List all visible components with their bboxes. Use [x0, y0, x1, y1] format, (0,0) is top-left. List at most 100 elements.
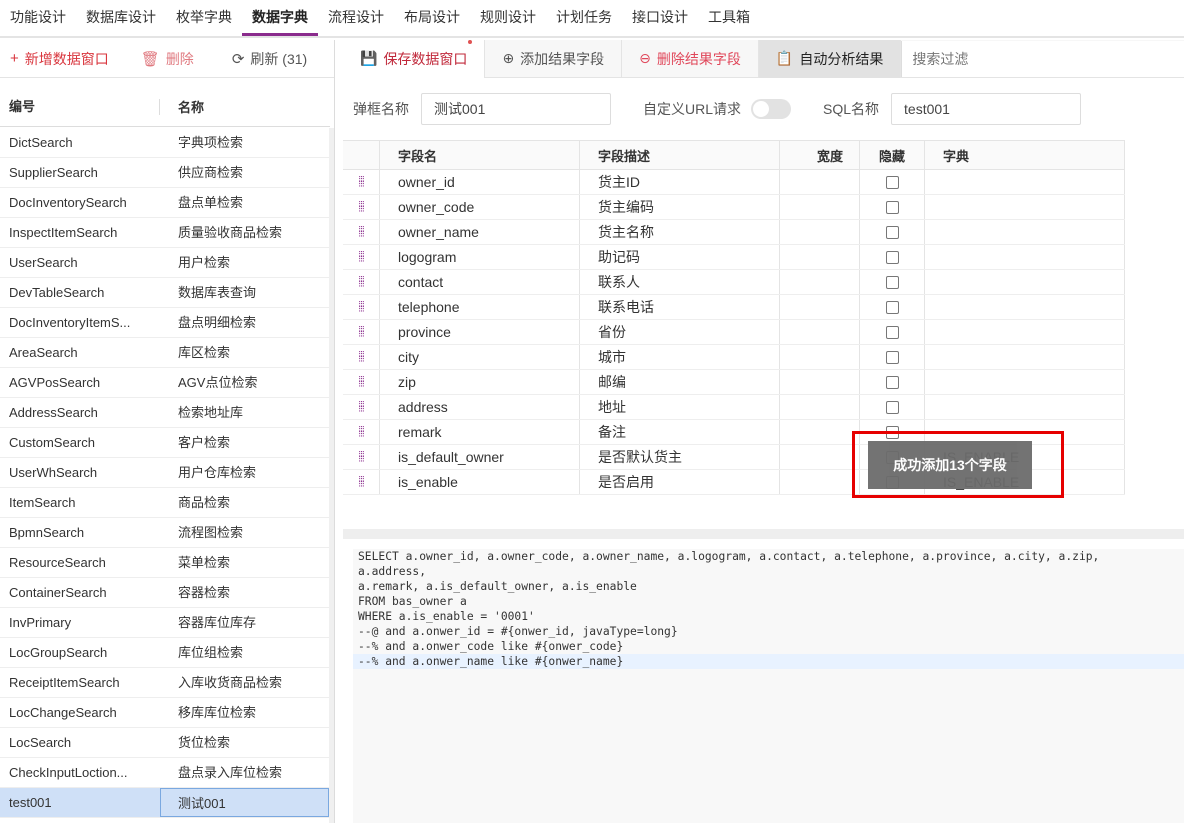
field-desc[interactable]: 货主编码	[580, 195, 780, 219]
hidden-checkbox[interactable]	[885, 300, 899, 314]
field-desc[interactable]: 助记码	[580, 245, 780, 269]
list-row[interactable]: InspectItemSearch 质量验收商品检索	[0, 218, 330, 248]
field-width[interactable]	[780, 470, 860, 494]
list-row[interactable]: InvLotAttSearch批属性查询	[0, 818, 330, 823]
grid-row[interactable]: ⁝⁝⁝ ⁝⁝⁝ telephone 联系电话	[343, 295, 1125, 320]
field-dict[interactable]	[925, 370, 1125, 394]
list-row[interactable]: ReceiptItemSearch 入库收货商品检索	[0, 668, 330, 698]
drag-handle[interactable]: ⁝⁝⁝ ⁝⁝⁝	[343, 445, 380, 469]
nav-tab[interactable]: 规则设计	[470, 0, 546, 36]
delete-button[interactable]: 🗑 删除	[119, 40, 204, 78]
field-name[interactable]: city	[380, 345, 580, 369]
grid-row[interactable]: ⁝⁝⁝ ⁝⁝⁝ address 地址	[343, 395, 1125, 420]
field-width[interactable]	[780, 170, 860, 194]
grid-row[interactable]: ⁝⁝⁝ ⁝⁝⁝ contact 联系人	[343, 270, 1125, 295]
popup-name-field[interactable]: 测试001	[421, 93, 611, 125]
list-row[interactable]: DevTableSearch 数据库表查询	[0, 278, 330, 308]
field-name[interactable]: zip	[380, 370, 580, 394]
drag-handle[interactable]: ⁝⁝⁝ ⁝⁝⁝	[343, 420, 380, 444]
field-name[interactable]: contact	[380, 270, 580, 294]
field-desc[interactable]: 是否默认货主	[580, 445, 780, 469]
list-row[interactable]: LocGroupSearch 库位组检索	[0, 638, 330, 668]
field-dict[interactable]	[925, 220, 1125, 244]
field-desc[interactable]: 是否启用	[580, 470, 780, 494]
drag-handle[interactable]: ⁝⁝⁝ ⁝⁝⁝	[343, 370, 380, 394]
field-width[interactable]	[780, 420, 860, 444]
hidden-checkbox[interactable]	[885, 375, 899, 389]
nav-tab[interactable]: 流程设计	[318, 0, 394, 36]
custom-url-toggle[interactable]	[751, 99, 792, 119]
nav-tab[interactable]: 枚举字典	[166, 0, 242, 36]
field-name[interactable]: logogram	[380, 245, 580, 269]
list-row[interactable]: LocSearch 货位检索	[0, 728, 330, 758]
field-width[interactable]	[780, 245, 860, 269]
nav-tab[interactable]: 功能设计	[0, 0, 76, 36]
field-dict[interactable]	[925, 270, 1125, 294]
field-name[interactable]: province	[380, 320, 580, 344]
grid-row[interactable]: ⁝⁝⁝ ⁝⁝⁝ logogram 助记码	[343, 245, 1125, 270]
list-row[interactable]: DictSearch 字典项检索	[0, 128, 330, 158]
field-dict[interactable]	[925, 345, 1125, 369]
field-dict[interactable]	[925, 295, 1125, 319]
field-width[interactable]	[780, 345, 860, 369]
nav-tab[interactable]: 工具箱	[698, 0, 760, 36]
delete-field-button[interactable]: ⊖ 删除结果字段	[622, 39, 759, 78]
list-row[interactable]: CustomSearch 客户检索	[0, 428, 330, 458]
field-name[interactable]: owner_name	[380, 220, 580, 244]
field-width[interactable]	[780, 220, 860, 244]
hidden-checkbox[interactable]	[885, 350, 899, 364]
drag-handle[interactable]: ⁝⁝⁝ ⁝⁝⁝	[343, 345, 380, 369]
field-width[interactable]	[780, 270, 860, 294]
nav-tab[interactable]: 接口设计	[622, 0, 698, 36]
field-desc[interactable]: 备注	[580, 420, 780, 444]
header-desc[interactable]: 字段描述	[580, 141, 780, 169]
refresh-button[interactable]: ⟳ 刷新 (31)	[204, 40, 317, 78]
sql-name-field[interactable]: test001	[891, 93, 1082, 125]
field-desc[interactable]: 地址	[580, 395, 780, 419]
header-code[interactable]: 编号	[0, 98, 160, 115]
field-name[interactable]: is_default_owner	[380, 445, 580, 469]
grid-row[interactable]: ⁝⁝⁝ ⁝⁝⁝ owner_name 货主名称	[343, 220, 1125, 245]
header-width[interactable]: 宽度	[780, 141, 860, 169]
hidden-checkbox[interactable]	[885, 175, 899, 189]
field-width[interactable]	[780, 195, 860, 219]
list-row[interactable]: CheckInputLoction... 盘点录入库位检索	[0, 758, 330, 788]
list-row[interactable]: BpmnSearch 流程图检索	[0, 518, 330, 548]
list-scrollbar[interactable]	[329, 128, 334, 823]
list-row[interactable]: ItemSearch 商品检索	[0, 488, 330, 518]
add-field-button[interactable]: ⊕ 添加结果字段	[485, 39, 623, 78]
field-name[interactable]: remark	[380, 420, 580, 444]
field-width[interactable]	[780, 295, 860, 319]
drag-handle[interactable]: ⁝⁝⁝ ⁝⁝⁝	[343, 320, 380, 344]
list-row[interactable]: LocChangeSearch 移库库位检索	[0, 698, 330, 728]
list-row[interactable]: test001 测试001	[0, 788, 330, 818]
drag-handle[interactable]: ⁝⁝⁝ ⁝⁝⁝	[343, 245, 380, 269]
list-row[interactable]: DocInventoryItemS... 盘点明细检索	[0, 308, 330, 338]
hidden-checkbox[interactable]	[885, 200, 899, 214]
field-name[interactable]: telephone	[380, 295, 580, 319]
field-desc[interactable]: 城市	[580, 345, 780, 369]
list-row[interactable]: ResourceSearch 菜单检索	[0, 548, 330, 578]
search-filter-input[interactable]	[901, 40, 1184, 77]
add-window-button[interactable]: + 新增数据窗口	[0, 40, 119, 78]
field-name[interactable]: owner_code	[380, 195, 580, 219]
hidden-checkbox[interactable]	[885, 275, 899, 289]
grid-row[interactable]: ⁝⁝⁝ ⁝⁝⁝ zip 邮编	[343, 370, 1125, 395]
grid-row[interactable]: ⁝⁝⁝ ⁝⁝⁝ city 城市	[343, 345, 1125, 370]
list-row[interactable]: ContainerSearch 容器检索	[0, 578, 330, 608]
field-desc[interactable]: 货主名称	[580, 220, 780, 244]
field-dict[interactable]	[925, 195, 1125, 219]
field-dict[interactable]	[925, 320, 1125, 344]
field-desc[interactable]: 联系人	[580, 270, 780, 294]
save-window-button[interactable]: 💾 保存数据窗口	[343, 39, 486, 78]
pane-splitter[interactable]	[343, 529, 1184, 539]
field-desc[interactable]: 货主ID	[580, 170, 780, 194]
auto-analyze-button[interactable]: 📋 自动分析结果	[758, 39, 902, 78]
list-row[interactable]: SupplierSearch 供应商检索	[0, 158, 330, 188]
field-desc[interactable]: 省份	[580, 320, 780, 344]
field-desc[interactable]: 联系电话	[580, 295, 780, 319]
field-name[interactable]: owner_id	[380, 170, 580, 194]
list-row[interactable]: DocInventorySearch 盘点单检索	[0, 188, 330, 218]
nav-tab[interactable]: 数据库设计	[76, 0, 166, 36]
header-hidden[interactable]: 隐藏	[860, 141, 925, 169]
